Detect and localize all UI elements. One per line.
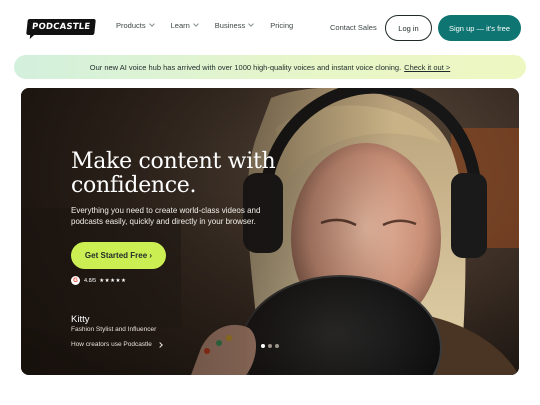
- menu-pricing[interactable]: Pricing: [270, 21, 293, 30]
- hero-section: Make content with confidence. Everything…: [21, 88, 519, 375]
- chevron-down-icon: [148, 21, 155, 27]
- menu-learn-label: Learn: [170, 21, 190, 30]
- rating-stars: ★★★★★: [99, 277, 127, 284]
- main-menu: Products Learn Business Pricing: [116, 21, 310, 30]
- podcastle-logo[interactable]: PODCASTLE: [26, 17, 97, 37]
- testimonial-role: Fashion Stylist and Influencer: [71, 326, 157, 333]
- chevron-down-icon: [192, 21, 199, 27]
- announcement-banner: Our new AI voice hub has arrived with ov…: [14, 55, 526, 79]
- signup-button[interactable]: Sign up — it's free: [438, 15, 521, 41]
- contact-sales-link[interactable]: Contact Sales: [330, 23, 377, 32]
- menu-products-label: Products: [116, 21, 146, 30]
- chevron-right-icon: [157, 341, 163, 348]
- menu-pricing-label: Pricing: [270, 21, 294, 30]
- creators-link-label: How creators use Podcastle: [71, 341, 152, 348]
- carousel-dot[interactable]: [275, 344, 279, 348]
- menu-products[interactable]: Products: [116, 21, 155, 30]
- g2-logo-icon: G: [71, 276, 80, 285]
- hero-headline: Make content with confidence.: [71, 149, 276, 198]
- menu-learn[interactable]: Learn: [170, 21, 199, 30]
- banner-link[interactable]: Check it out >: [404, 63, 450, 72]
- top-nav: PODCASTLE Products Learn Business Pricin…: [0, 0, 540, 56]
- carousel-dot[interactable]: [268, 344, 272, 348]
- carousel-dots: [261, 344, 279, 348]
- menu-business[interactable]: Business: [214, 21, 255, 30]
- creators-link[interactable]: How creators use Podcastle: [71, 341, 163, 348]
- logo-wordmark: PODCASTLE: [26, 19, 97, 35]
- g2-rating: G 4.8/5 ★★★★★: [71, 276, 126, 285]
- login-button[interactable]: Log in: [385, 15, 432, 41]
- rating-score: 4.8/5: [84, 277, 97, 284]
- hero-subtext: Everything you need to create world-clas…: [71, 206, 261, 226]
- testimonial-name: Kitty: [71, 314, 90, 325]
- chevron-down-icon: [248, 21, 255, 27]
- banner-text: Our new AI voice hub has arrived with ov…: [89, 62, 402, 72]
- get-started-button[interactable]: Get Started Free ›: [71, 242, 166, 269]
- menu-business-label: Business: [214, 21, 246, 30]
- carousel-dot[interactable]: [261, 344, 265, 348]
